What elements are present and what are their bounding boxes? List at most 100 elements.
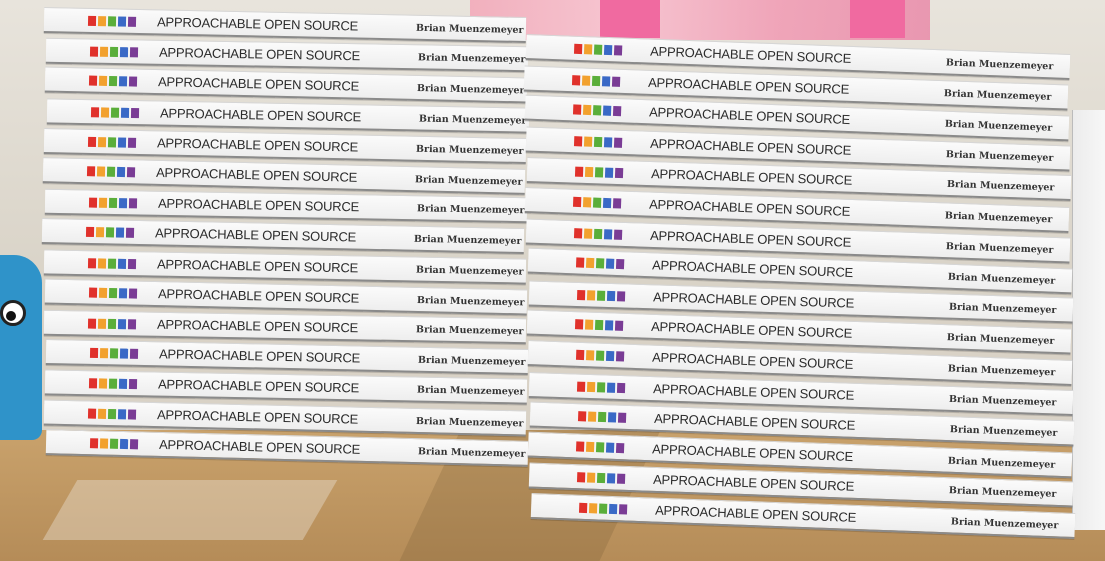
book-author: Brian Muenzemeyer: [948, 485, 1057, 501]
book-title: APPROACHABLE OPEN SOURCE: [156, 135, 359, 155]
book-author: Brian Muenzemeyer: [945, 240, 1054, 256]
book-title: APPROACHABLE OPEN SOURCE: [651, 257, 854, 281]
mascot-eye: [0, 300, 26, 326]
book-title: APPROACHABLE OPEN SOURCE: [158, 44, 361, 64]
book-author: Brian Muenzemeyer: [413, 234, 522, 248]
rainbow-logo-icon: [576, 289, 626, 302]
rainbow-logo-icon: [85, 227, 135, 239]
book-spine: APPROACHABLE OPEN SOURCE Brian Muenzemey…: [43, 309, 527, 345]
book-author: Brian Muenzemeyer: [415, 264, 524, 278]
book-title: APPROACHABLE OPEN SOURCE: [158, 436, 361, 457]
book-title: APPROACHABLE OPEN SOURCE: [652, 380, 855, 403]
rainbow-logo-icon: [575, 349, 625, 362]
rainbow-logo-icon: [89, 46, 139, 58]
book-author: Brian Muenzemeyer: [945, 148, 1054, 164]
book-title: APPROACHABLE OPEN SOURCE: [652, 289, 855, 311]
blue-mascot-toy: [0, 255, 42, 440]
book-author: Brian Muenzemeyer: [415, 22, 524, 36]
book-author: Brian Muenzemeyer: [417, 354, 526, 369]
rainbow-logo-icon: [572, 104, 622, 117]
book-title: APPROACHABLE OPEN SOURCE: [157, 285, 360, 306]
book-title: APPROACHABLE OPEN SOURCE: [648, 104, 851, 128]
rainbow-logo-icon: [572, 196, 622, 209]
book-author: Brian Muenzemeyer: [943, 87, 1052, 103]
book-author: Brian Muenzemeyer: [416, 294, 525, 309]
book-title: APPROACHABLE OPEN SOURCE: [156, 14, 359, 34]
rainbow-logo-icon: [575, 257, 625, 270]
book-title: APPROACHABLE OPEN SOURCE: [156, 256, 359, 275]
packing-tape: [42, 480, 338, 540]
book-author: Brian Muenzemeyer: [947, 271, 1056, 287]
rainbow-logo-icon: [87, 136, 137, 148]
book-author: Brian Muenzemeyer: [414, 174, 523, 188]
book-title: APPROACHABLE OPEN SOURCE: [651, 349, 854, 372]
rainbow-logo-icon: [576, 381, 626, 393]
rainbow-logo-icon: [577, 411, 627, 424]
rainbow-logo-icon: [89, 437, 139, 450]
book-title: APPROACHABLE OPEN SOURCE: [648, 196, 851, 219]
book-author: Brian Muenzemeyer: [416, 83, 525, 97]
book-title: APPROACHABLE OPEN SOURCE: [649, 227, 852, 250]
book-author: Brian Muenzemeyer: [946, 332, 1055, 348]
rainbow-logo-icon: [573, 135, 623, 148]
rainbow-logo-icon: [87, 318, 137, 330]
rainbow-logo-icon: [88, 197, 138, 209]
rainbow-logo-icon: [575, 441, 625, 454]
book-title: APPROACHABLE OPEN SOURCE: [155, 164, 358, 185]
rainbow-logo-icon: [574, 166, 624, 179]
book-author: Brian Muenzemeyer: [415, 324, 524, 338]
book-title: APPROACHABLE OPEN SOURCE: [157, 195, 360, 215]
book-title: APPROACHABLE OPEN SOURCE: [154, 225, 357, 245]
book-title: APPROACHABLE OPEN SOURCE: [650, 319, 853, 342]
book-title: APPROACHABLE OPEN SOURCE: [653, 411, 856, 434]
book-author: Brian Muenzemeyer: [416, 384, 525, 398]
rainbow-logo-icon: [571, 74, 621, 87]
book-title: APPROACHABLE OPEN SOURCE: [654, 502, 857, 525]
book-title: APPROACHABLE OPEN SOURCE: [647, 74, 850, 97]
book-title: APPROACHABLE OPEN SOURCE: [652, 472, 855, 495]
book-title: APPROACHABLE OPEN SOURCE: [157, 376, 360, 396]
book-author: Brian Muenzemeyer: [947, 363, 1056, 379]
background-pink-strip: [850, 0, 905, 38]
book-author: Brian Muenzemeyer: [418, 113, 527, 127]
rainbow-logo-icon: [573, 43, 623, 56]
rainbow-logo-icon: [87, 15, 137, 27]
book-title: APPROACHABLE OPEN SOURCE: [651, 441, 854, 464]
rainbow-logo-icon: [578, 502, 628, 515]
book-author: Brian Muenzemeyer: [944, 118, 1053, 134]
book-title: APPROACHABLE OPEN SOURCE: [158, 346, 361, 366]
rainbow-logo-icon: [87, 257, 137, 269]
book-author: Brian Muenzemeyer: [416, 203, 525, 217]
book-author: Brian Muenzemeyer: [944, 210, 1053, 226]
book-author: Brian Muenzemeyer: [946, 179, 1055, 194]
background-pink-strip: [600, 0, 660, 38]
book-author: Brian Muenzemeyer: [949, 424, 1058, 440]
rainbow-logo-icon: [574, 319, 624, 332]
rainbow-logo-icon: [88, 75, 138, 88]
book-title: APPROACHABLE OPEN SOURCE: [649, 135, 852, 158]
book-title: APPROACHABLE OPEN SOURCE: [156, 406, 359, 427]
book-title: APPROACHABLE OPEN SOURCE: [650, 166, 853, 189]
rainbow-logo-icon: [576, 472, 626, 485]
rainbow-logo-icon: [90, 106, 140, 118]
book-spine: APPROACHABLE OPEN SOURCE Brian Muenzemey…: [44, 369, 528, 406]
book-title: APPROACHABLE OPEN SOURCE: [159, 105, 362, 124]
book-author: Brian Muenzemeyer: [415, 143, 524, 157]
book-author: Brian Muenzemeyer: [950, 516, 1059, 532]
book-author: Brian Muenzemeyer: [415, 415, 524, 430]
book-author: Brian Muenzemeyer: [945, 57, 1054, 73]
book-author: Brian Muenzemeyer: [948, 301, 1057, 316]
book-author: Brian Muenzemeyer: [417, 445, 526, 460]
rainbow-logo-icon: [86, 166, 136, 178]
book-author: Brian Muenzemeyer: [947, 455, 1056, 471]
book-title: APPROACHABLE OPEN SOURCE: [649, 43, 852, 66]
book-author: Brian Muenzemeyer: [948, 393, 1057, 409]
partial-book-right-edge: [1072, 110, 1105, 530]
book-title: APPROACHABLE OPEN SOURCE: [157, 74, 360, 95]
rainbow-logo-icon: [89, 348, 139, 360]
rainbow-logo-icon: [87, 408, 137, 420]
rainbow-logo-icon: [573, 227, 623, 240]
book-title: APPROACHABLE OPEN SOURCE: [156, 316, 359, 336]
book-author: Brian Muenzemeyer: [417, 52, 526, 66]
rainbow-logo-icon: [88, 378, 138, 390]
